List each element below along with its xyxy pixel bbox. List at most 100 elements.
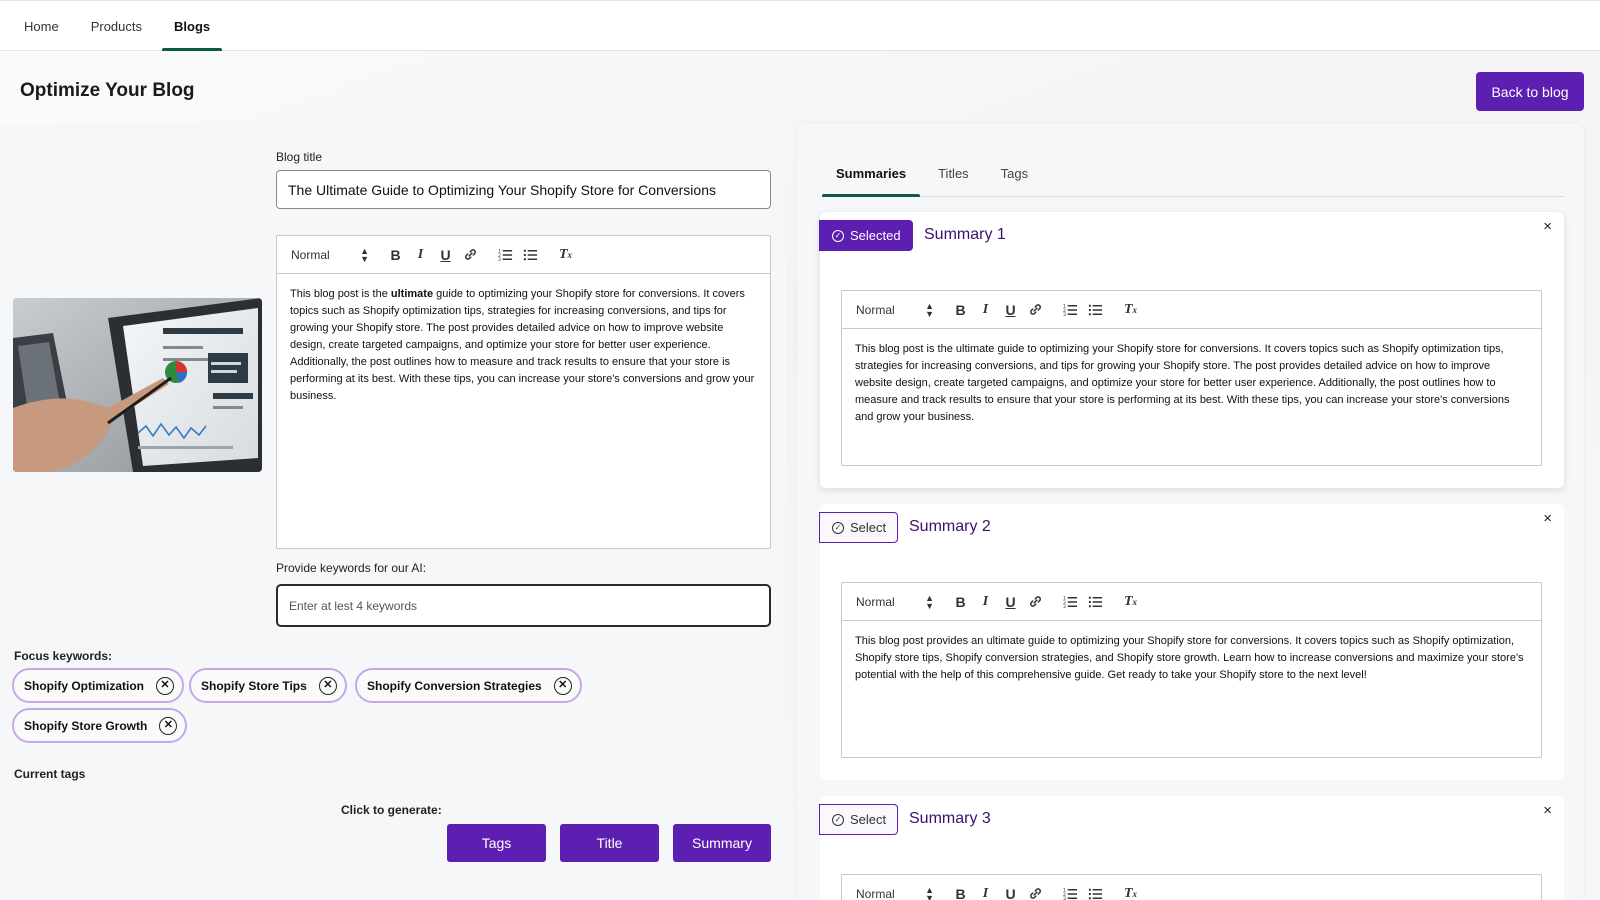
page-title: Optimize Your Blog xyxy=(20,80,195,101)
svg-text:3: 3 xyxy=(1063,896,1066,900)
format-select-value: Normal xyxy=(856,886,895,900)
blog-body-editor[interactable]: Normal ▲ ▼ B I U 123 Tx This blog post is… xyxy=(276,235,771,549)
italic-icon[interactable]: I xyxy=(973,882,998,900)
remove-keyword-icon[interactable]: ✕ xyxy=(159,716,178,735)
keyword-chip: Shopify Store Tips ✕ xyxy=(189,668,347,703)
bold-icon[interactable]: B xyxy=(948,590,973,614)
select-button-label: Selected xyxy=(850,228,901,243)
generate-tags-button[interactable]: Tags xyxy=(447,824,546,862)
format-select[interactable]: Normal ▲ ▼ xyxy=(856,300,934,319)
tablet-analytics-image xyxy=(13,298,262,472)
italic-icon[interactable]: I xyxy=(408,243,433,267)
check-circle-icon: ✓ xyxy=(832,813,844,826)
summary-title: Summary 3 xyxy=(909,810,991,827)
summary-card: ✓ Select Summary 2 × Normal ▲ ▼ B I U 123… xyxy=(819,504,1564,780)
remove-keyword-icon[interactable]: ✕ xyxy=(318,676,337,695)
up-down-arrows-icon: ▲ ▼ xyxy=(360,245,369,264)
underline-icon[interactable]: U xyxy=(998,298,1023,322)
tab-summaries[interactable]: Summaries xyxy=(822,160,921,197)
top-nav: Home Products Blogs xyxy=(0,0,1600,51)
bullet-list-icon[interactable] xyxy=(1083,882,1108,900)
generate-summary-button[interactable]: Summary xyxy=(673,824,771,862)
keyword-chip: Shopify Conversion Strategies ✕ xyxy=(355,668,582,703)
underline-icon[interactable]: U xyxy=(998,882,1023,900)
body-text-bold: ultimate xyxy=(390,288,434,300)
tab-titles[interactable]: Titles xyxy=(924,160,983,196)
close-icon[interactable]: × xyxy=(1543,218,1552,235)
bold-icon[interactable]: B xyxy=(948,882,973,900)
svg-text:3: 3 xyxy=(498,257,501,262)
format-select-value: Normal xyxy=(291,247,330,262)
italic-icon[interactable]: I xyxy=(973,298,998,322)
generate-title-button[interactable]: Title xyxy=(560,824,659,862)
summary-text: This blog post provides an ultimate guid… xyxy=(855,635,1524,681)
underline-icon[interactable]: U xyxy=(433,243,458,267)
underline-icon[interactable]: U xyxy=(998,590,1023,614)
clear-format-icon[interactable]: Tx xyxy=(1118,298,1143,322)
clear-format-icon[interactable]: Tx xyxy=(1118,882,1143,900)
summary-editor[interactable]: Normal ▲ ▼ B I U 123 Tx This blog post pr… xyxy=(841,582,1542,758)
ordered-list-icon[interactable]: 123 xyxy=(1058,882,1083,900)
check-circle-icon: ✓ xyxy=(832,229,844,242)
up-down-arrows-icon: ▲ ▼ xyxy=(925,884,934,900)
bold-icon[interactable]: B xyxy=(383,243,408,267)
link-icon[interactable] xyxy=(1023,882,1048,900)
summary-select-button[interactable]: ✓ Select xyxy=(819,804,899,835)
link-icon[interactable] xyxy=(1023,590,1048,614)
format-select-value: Normal xyxy=(856,302,895,317)
remove-keyword-icon[interactable]: ✕ xyxy=(156,676,174,695)
summary-card: ✓ Selected Summary 1 × Normal ▲ ▼ B I U 1… xyxy=(819,212,1564,488)
nav-home[interactable]: Home xyxy=(12,1,71,51)
nav-products[interactable]: Products xyxy=(79,1,154,51)
blog-featured-image xyxy=(13,298,262,472)
keywords-input[interactable]: Enter at lest 4 keywords xyxy=(276,584,771,627)
clear-format-icon[interactable]: Tx xyxy=(553,243,578,267)
ordered-list-icon[interactable]: 123 xyxy=(1058,590,1083,614)
link-icon[interactable] xyxy=(458,243,483,267)
bullet-list-icon[interactable] xyxy=(1083,590,1108,614)
svg-text:3: 3 xyxy=(1063,312,1066,317)
check-circle-icon: ✓ xyxy=(832,521,844,534)
nav-blogs[interactable]: Blogs xyxy=(162,1,223,51)
keyword-chip: Shopify Store Growth ✕ xyxy=(12,708,188,743)
generate-label: Click to generate: xyxy=(341,803,442,817)
link-icon[interactable] xyxy=(1023,298,1048,322)
select-button-label: Select xyxy=(850,520,887,535)
up-down-arrows-icon: ▲ ▼ xyxy=(925,592,934,611)
focus-keywords-label: Focus keywords: xyxy=(14,649,113,663)
bullet-list-icon[interactable] xyxy=(1083,298,1108,322)
italic-icon[interactable]: I xyxy=(973,590,998,614)
close-icon[interactable]: × xyxy=(1543,802,1552,819)
summary-editor[interactable]: Normal ▲ ▼ B I U 123 Tx This blog post is… xyxy=(841,290,1542,466)
format-select[interactable]: Normal ▲ ▼ xyxy=(291,245,369,264)
summary-select-button[interactable]: ✓ Select xyxy=(819,512,899,543)
keyword-chip-label: Shopify Store Growth xyxy=(24,718,148,733)
select-button-label: Select xyxy=(850,812,887,827)
keywords-label: Provide keywords for our AI: xyxy=(276,561,427,575)
summary-title: Summary 2 xyxy=(909,518,991,535)
bold-icon[interactable]: B xyxy=(948,298,973,322)
keyword-chip-label: Shopify Optimization xyxy=(24,678,144,693)
clear-format-icon[interactable]: Tx xyxy=(1118,590,1143,614)
back-to-blog-button[interactable]: Back to blog xyxy=(1476,72,1584,111)
suggestion-tabs: Summaries Titles Tags xyxy=(822,160,1564,197)
blog-title-label: Blog title xyxy=(276,150,323,164)
svg-text:3: 3 xyxy=(1063,604,1066,609)
editor-toolbar: Normal ▲ ▼ B I U 123 Tx xyxy=(842,291,1541,329)
summary-editor[interactable]: Normal ▲ ▼ B I U 123 Tx xyxy=(841,874,1542,900)
summary-text: This blog post is the ultimate guide to … xyxy=(855,343,1510,423)
editor-toolbar: Normal ▲ ▼ B I U 123 Tx xyxy=(842,875,1541,900)
tab-tags[interactable]: Tags xyxy=(987,160,1042,196)
bullet-list-icon[interactable] xyxy=(518,243,543,267)
close-icon[interactable]: × xyxy=(1543,510,1552,527)
ordered-list-icon[interactable]: 123 xyxy=(493,243,518,267)
up-down-arrows-icon: ▲ ▼ xyxy=(925,300,934,319)
current-tags-label: Current tags xyxy=(14,767,86,781)
editor-toolbar: Normal ▲ ▼ B I U 123 Tx xyxy=(277,236,770,274)
ordered-list-icon[interactable]: 123 xyxy=(1058,298,1083,322)
format-select[interactable]: Normal ▲ ▼ xyxy=(856,592,934,611)
summary-select-button[interactable]: ✓ Selected xyxy=(819,220,913,251)
blog-title-input[interactable]: The Ultimate Guide to Optimizing Your Sh… xyxy=(276,170,771,209)
format-select[interactable]: Normal ▲ ▼ xyxy=(856,884,934,900)
remove-keyword-icon[interactable]: ✕ xyxy=(553,676,572,695)
